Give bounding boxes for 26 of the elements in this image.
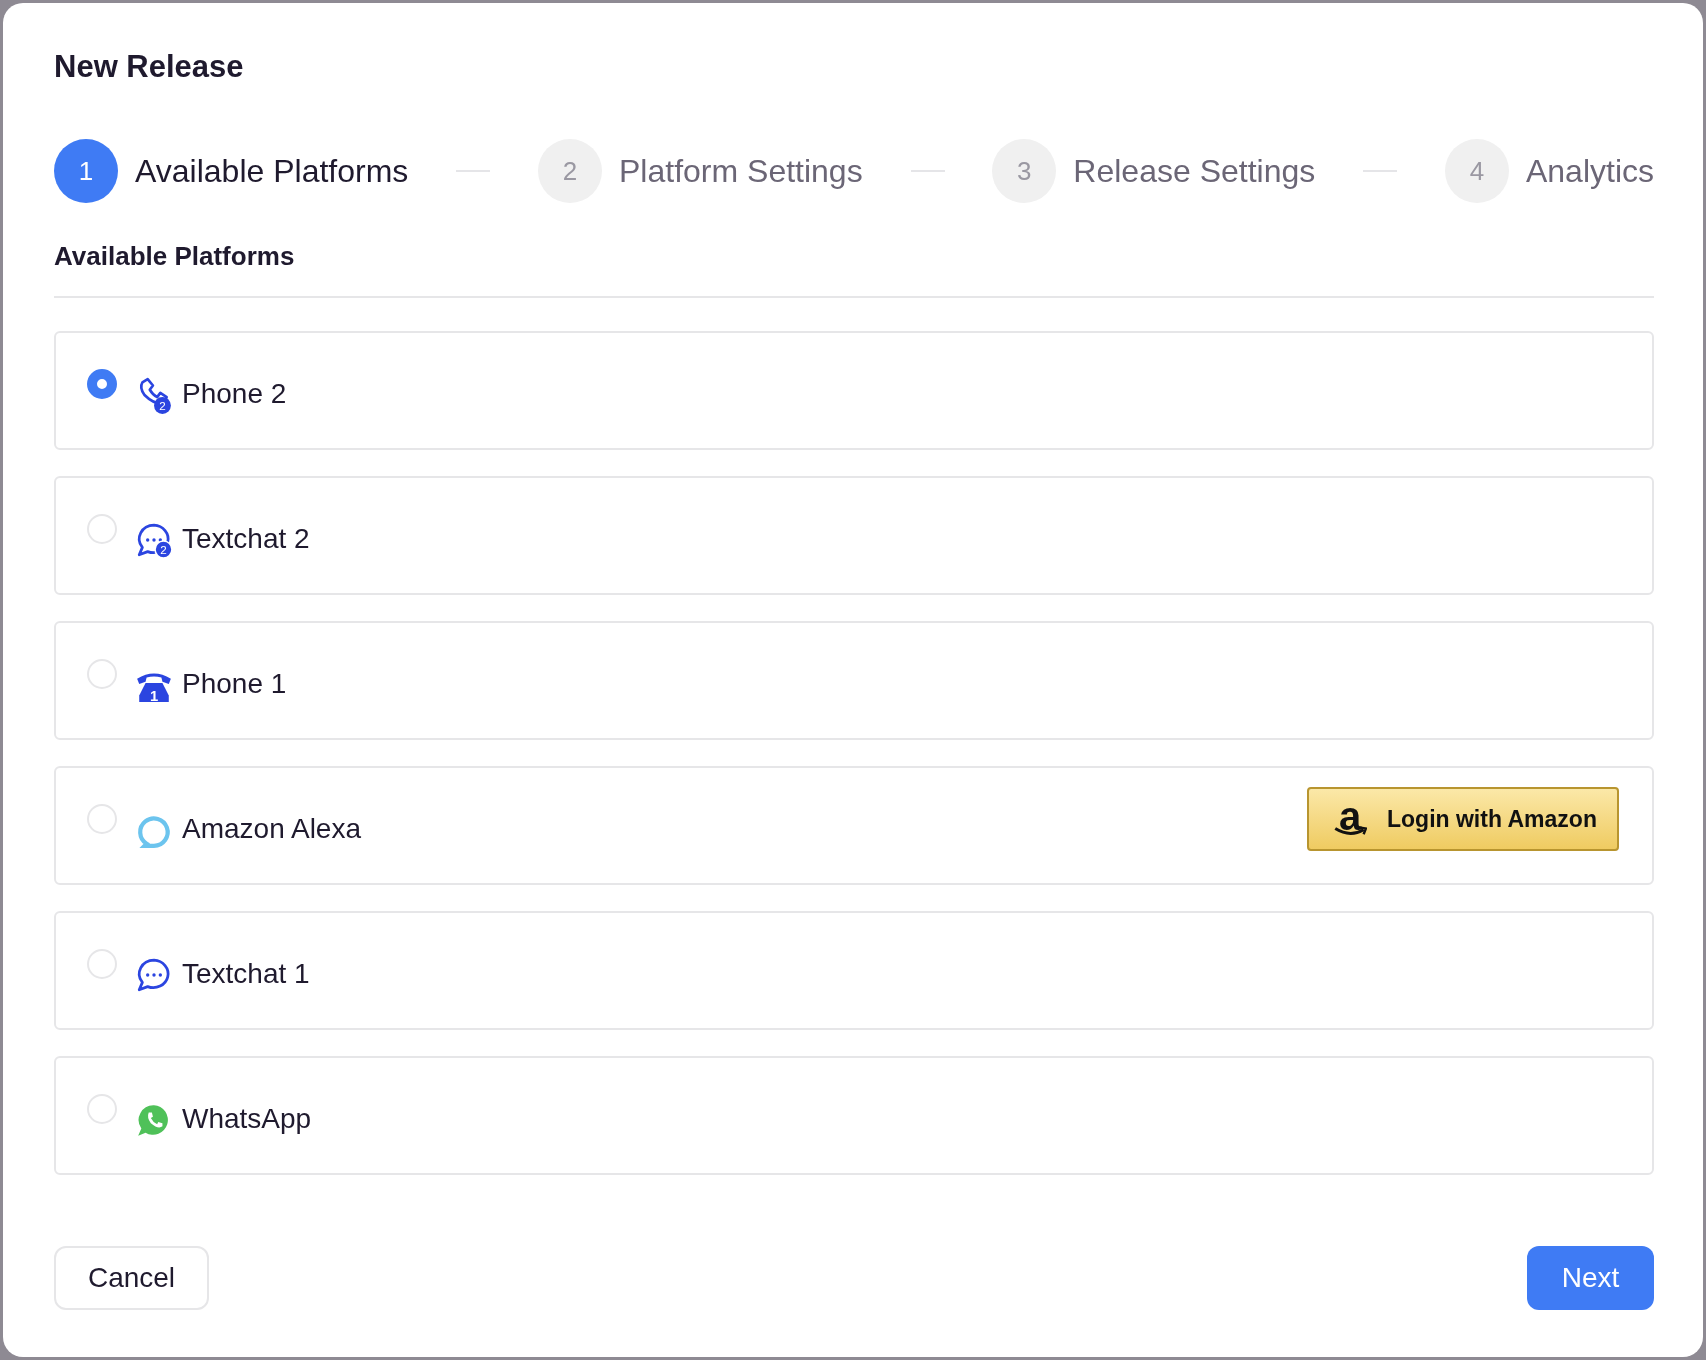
platform-option[interactable]: Amazon Alexa a Login with Amazon xyxy=(54,766,1654,885)
platform-name: WhatsApp xyxy=(182,1102,312,1135)
next-button[interactable]: Next xyxy=(1527,1246,1654,1310)
platform-option[interactable]: 2 Textchat 2 xyxy=(54,476,1654,595)
platform-option[interactable]: Textchat 1 xyxy=(54,911,1654,1030)
platform-name: Textchat 1 xyxy=(182,957,310,990)
platform-option[interactable]: WhatsApp xyxy=(54,1056,1654,1175)
cancel-button[interactable]: Cancel xyxy=(54,1246,209,1310)
step-number: 3 xyxy=(992,139,1057,203)
platform-name: Amazon Alexa xyxy=(182,812,361,845)
step-number: 1 xyxy=(54,139,118,203)
step-tab[interactable]: 4 Analytics xyxy=(1444,139,1654,203)
platform-name: Textchat 2 xyxy=(182,522,310,555)
platform-option[interactable]: 1 Phone 1 xyxy=(54,621,1654,740)
step-number: 2 xyxy=(538,139,602,203)
radio-button[interactable] xyxy=(87,368,117,399)
platform-name: Phone 2 xyxy=(182,377,287,410)
step-tab[interactable]: 1 Available Platforms xyxy=(54,139,409,203)
platform-name: Phone 1 xyxy=(182,667,287,700)
platform-option[interactable]: 2 Phone 2 xyxy=(54,331,1654,450)
login-with-amazon-button[interactable]: a Login with Amazon xyxy=(1307,787,1619,851)
dialog-title: New Release xyxy=(54,48,245,86)
step-tab[interactable]: 2 Platform Settings xyxy=(538,139,863,203)
step-number: 4 xyxy=(1444,139,1509,203)
section-heading: Available Platforms xyxy=(54,241,296,272)
step-tab[interactable]: 3 Release Settings xyxy=(992,139,1316,203)
